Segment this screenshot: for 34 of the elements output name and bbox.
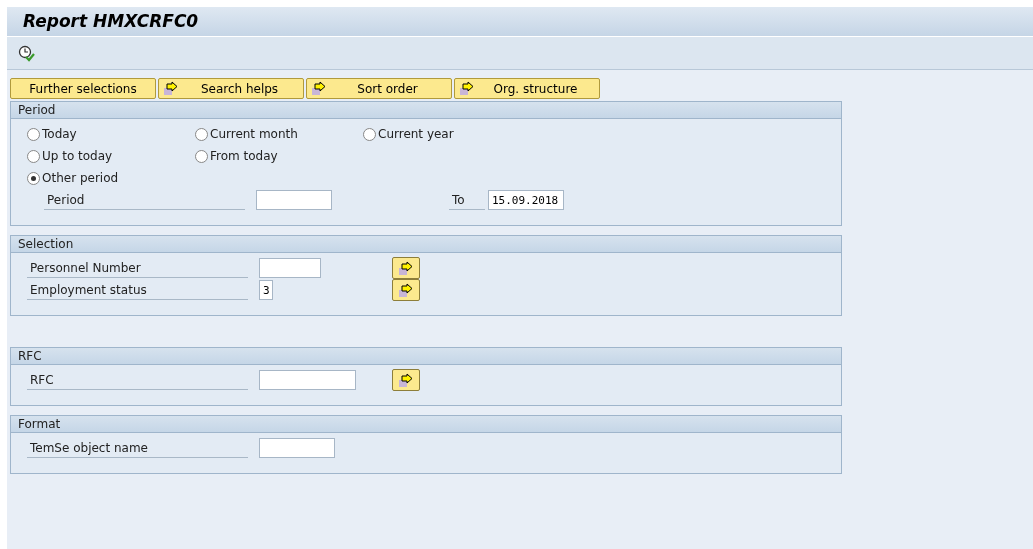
window-title: Report HMXCRFC0 <box>7 7 1033 36</box>
tab-button[interactable]: Sort order <box>306 78 452 99</box>
tab-button[interactable]: Further selections <box>10 78 156 99</box>
group-title: RFC <box>11 348 841 365</box>
radio-option[interactable]: From today <box>195 147 363 165</box>
input-field[interactable] <box>256 190 332 210</box>
tab-button[interactable]: Search helps <box>158 78 304 99</box>
field-label: RFC <box>27 370 248 390</box>
tab-button[interactable]: Org. structure <box>454 78 600 99</box>
radio-option[interactable]: Other period <box>27 169 195 187</box>
arrow-icon <box>397 372 415 388</box>
field-label: Personnel Number <box>27 258 248 278</box>
field-label: TemSe object name <box>27 438 248 458</box>
group-title: Format <box>11 416 841 433</box>
radio-option[interactable]: Current month <box>195 125 363 143</box>
input-field[interactable]: 3 <box>259 280 273 300</box>
field-label: Period <box>44 190 245 210</box>
input-field[interactable]: 15.09.2018 <box>488 190 564 210</box>
radio-option[interactable]: Up to today <box>27 147 195 165</box>
radio-option[interactable]: Current year <box>363 125 531 143</box>
arrow-icon <box>397 282 415 298</box>
multiple-selection-button[interactable] <box>392 257 420 279</box>
input-field[interactable] <box>259 370 356 390</box>
multiple-selection-button[interactable] <box>392 279 420 301</box>
input-field[interactable] <box>259 438 335 458</box>
group-title: Selection <box>11 236 841 253</box>
field-label: Employment status <box>27 280 248 300</box>
input-field[interactable] <box>259 258 321 278</box>
execute-icon[interactable] <box>18 45 35 62</box>
radio-option[interactable]: Today <box>27 125 195 143</box>
group-title: Period <box>11 102 841 119</box>
arrow-icon <box>397 260 415 276</box>
field-label: To <box>449 190 485 210</box>
multiple-selection-button[interactable] <box>392 369 420 391</box>
